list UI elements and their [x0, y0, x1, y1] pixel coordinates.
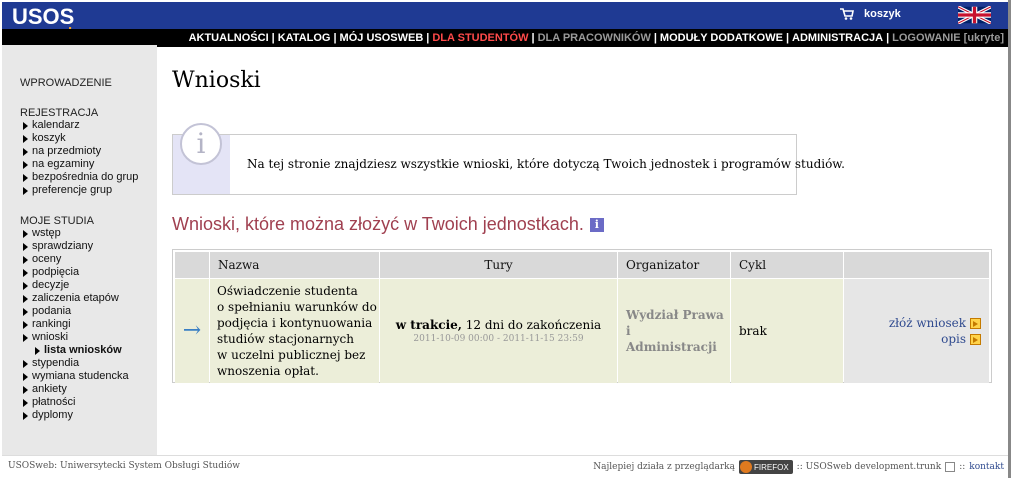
col-header-tury: Tury	[380, 252, 617, 278]
footer-checkbox[interactable]	[945, 462, 956, 472]
footer-kontakt-link[interactable]: kontakt	[969, 462, 1004, 472]
sidebar-item-zaliczenia[interactable]: zaliczenia etapów	[20, 292, 157, 305]
footer-version: :: USOSweb development.trunk	[796, 462, 942, 472]
row-org-line: Administracji	[626, 340, 717, 354]
description-link[interactable]: opis	[941, 331, 981, 347]
row-actions-cell: złóż wniosek opis	[844, 279, 989, 383]
arrow-right-icon: →	[182, 318, 202, 343]
tury-remaining: 12 dni do zakończenia	[465, 318, 602, 332]
submit-application-label: złóż wniosek	[888, 316, 966, 330]
table-row: → Oświadczenie studenta o spełnianiu war…	[175, 279, 989, 383]
tury-dates: 2011-10-09 00:00 - 2011-11-15 23:59	[413, 334, 584, 344]
cart-label: koszyk	[864, 8, 901, 20]
firefox-badge[interactable]: FIREFOX	[738, 460, 793, 474]
sidebar-item-wymiana[interactable]: wymiana studencka	[20, 370, 157, 383]
row-name-line: Oświadczenie studenta	[217, 284, 358, 298]
footer-system-name: USOSweb: Uniwersytecki System Obsługi St…	[8, 461, 240, 471]
sidebar-heading-rejestracja[interactable]: REJESTRACJA	[20, 107, 157, 119]
sidebar-item-lista-wnioskow[interactable]: lista wniosków	[20, 344, 157, 357]
sidebar-item-bezposrednia[interactable]: bezpośrednia do grup	[20, 171, 157, 184]
sidebar-item-podania[interactable]: podania	[20, 305, 157, 318]
footer: USOSweb: Uniwersytecki System Obsługi St…	[2, 455, 1008, 476]
sidebar-item-oceny[interactable]: oceny	[20, 253, 157, 266]
cart-link[interactable]: koszyk	[840, 8, 901, 20]
nav-moduly-dodatkowe[interactable]: MODUŁY DODATKOWE	[660, 32, 783, 44]
sidebar-item-preferencje[interactable]: preferencje grup	[20, 184, 157, 197]
row-cykl-cell: brak	[731, 279, 843, 383]
sidebar-item-sprawdziany[interactable]: sprawdziany	[20, 240, 157, 253]
sidebar-item-decyzje[interactable]: decyzje	[20, 279, 157, 292]
header: USOS web koszyk AKTUALNOŚCI|KATALOG|MÓJ …	[2, 2, 1008, 47]
go-arrow-icon	[970, 333, 981, 345]
row-name-line: o spełnianiu warunków do	[217, 300, 377, 314]
sidebar-item-koszyk[interactable]: koszyk	[20, 132, 157, 145]
sidebar-item-kalendarz[interactable]: kalendarz	[20, 119, 157, 132]
info-box: i Na tej stronie znajdziesz wszystkie wn…	[172, 123, 845, 195]
sidebar-item-wnioski[interactable]: wnioski	[20, 331, 157, 344]
footer-right: Najlepiej działa z przeglądarką FIREFOX …	[593, 460, 1004, 474]
footer-sep: ::	[959, 462, 966, 472]
col-header-nazwa: Nazwa	[210, 252, 379, 278]
row-name-line: w uczelni publicznej bez	[217, 348, 366, 362]
section-title-text: Wnioski, które można złożyć w Twoich jed…	[172, 214, 584, 234]
nav-dla-studentow[interactable]: DLA STUDENTÓW	[432, 32, 528, 44]
nav-administracja[interactable]: ADMINISTRACJA	[792, 32, 883, 44]
sidebar-item-podpiecia[interactable]: podpięcia	[20, 266, 157, 279]
nav-moj-usosweb[interactable]: MÓJ USOSWEB	[340, 32, 424, 44]
nav-dla-pracownikow[interactable]: DLA PRACOWNIKÓW	[538, 32, 651, 44]
sidebar-item-rankingi[interactable]: rankingi	[20, 318, 157, 331]
applications-table: Nazwa Tury Organizator Cykl → Oświadczen…	[172, 249, 992, 383]
sidebar: WPROWADZENIE REJESTRACJA kalendarz koszy…	[2, 45, 157, 455]
col-header-organizator: Organizator	[618, 252, 730, 278]
section-title: Wnioski, które można złożyć w Twoich jed…	[172, 214, 604, 235]
header-top-bar: USOS web koszyk	[2, 2, 1008, 41]
row-name-line: wnoszenia opłat.	[217, 364, 319, 378]
page-title: Wnioski	[172, 68, 261, 93]
footer-best-browser: Najlepiej działa z przeglądarką	[593, 462, 735, 472]
row-tury-cell: w trakcie, 12 dni do zakończenia 2011-10…	[380, 279, 617, 383]
tury-status-label: w trakcie,	[395, 318, 462, 332]
description-label: opis	[941, 332, 966, 346]
table-header-row: Nazwa Tury Organizator Cykl	[175, 252, 989, 278]
col-header-actions	[844, 252, 989, 278]
main-content: Wnioski i Na tej stronie znajdziesz wszy…	[172, 45, 992, 383]
nav-aktualnosci[interactable]: AKTUALNOŚCI	[189, 32, 269, 44]
sidebar-item-na-egzaminy[interactable]: na egzaminy	[20, 158, 157, 171]
tury-status: w trakcie, 12 dni do zakończenia	[380, 318, 617, 332]
firefox-label: FIREFOX	[753, 462, 789, 472]
sidebar-item-ankiety[interactable]: ankiety	[20, 383, 157, 396]
sidebar-item-stypendia[interactable]: stypendia	[20, 357, 157, 370]
submit-application-link[interactable]: złóż wniosek	[889, 315, 981, 331]
sidebar-item-platnosci[interactable]: płatności	[20, 396, 157, 409]
row-name-line: studiów stacjonarnych	[217, 332, 354, 346]
section-info-icon[interactable]: i	[589, 217, 604, 232]
info-icon: i	[180, 123, 222, 165]
row-arrow-cell: →	[175, 279, 209, 383]
info-text: Na tej stronie znajdziesz wszystkie wnio…	[247, 157, 845, 171]
sidebar-heading-moje-studia[interactable]: MOJE STUDIA	[20, 215, 157, 227]
row-org-line: Wydział Prawa i	[626, 308, 724, 338]
row-name-cell: Oświadczenie studenta o spełnianiu warun…	[210, 279, 379, 383]
cart-icon	[840, 8, 854, 20]
col-header-arrow	[175, 252, 209, 278]
uk-flag-icon[interactable]	[958, 6, 991, 24]
go-arrow-icon	[970, 317, 981, 329]
sidebar-item-na-przedmioty[interactable]: na przedmioty	[20, 145, 157, 158]
sidebar-item-wstep[interactable]: wstęp	[20, 227, 157, 240]
sidebar-item-wprowadzenie[interactable]: WPROWADZENIE	[20, 77, 157, 89]
row-org-cell: Wydział Prawa i Administracji	[618, 279, 730, 383]
sidebar-item-dyplomy[interactable]: dyplomy	[20, 409, 157, 422]
col-header-cykl: Cykl	[731, 252, 843, 278]
firefox-icon	[739, 461, 752, 473]
row-name-line: podjęcia i kontynuowania	[217, 316, 373, 330]
info-box-side: i	[173, 123, 230, 194]
nav-katalog[interactable]: KATALOG	[278, 32, 331, 44]
nav-logowanie[interactable]: LOGOWANIE [ukryte]	[892, 32, 1004, 44]
